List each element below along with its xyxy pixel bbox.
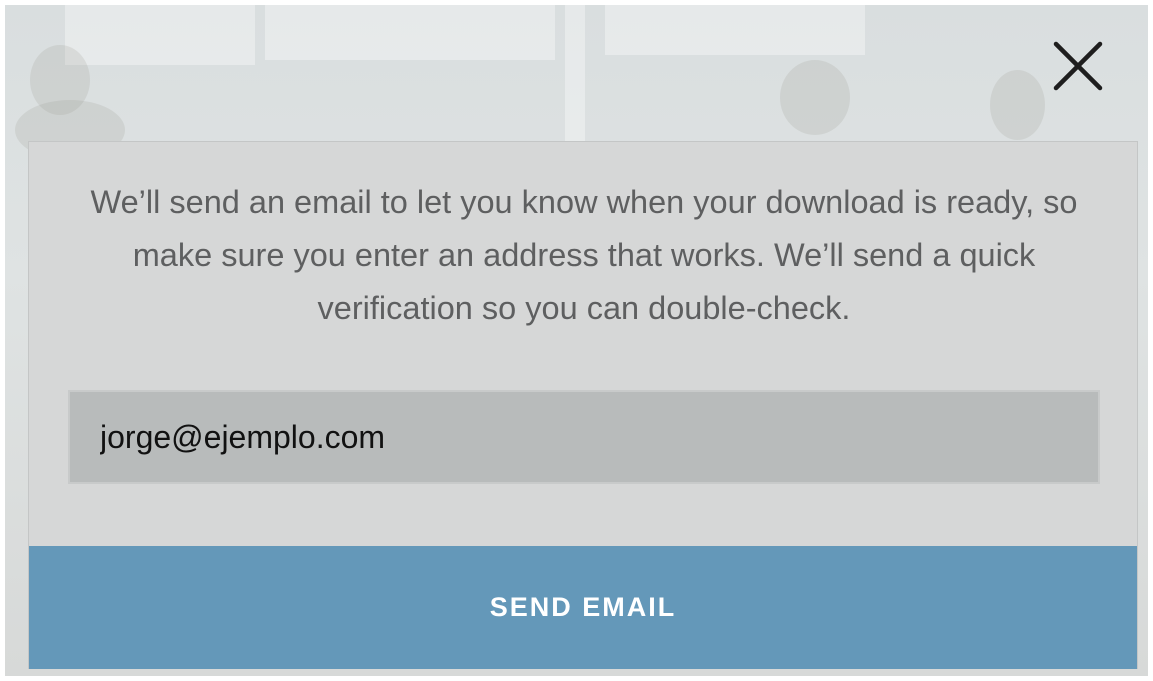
send-email-button[interactable]: SEND EMAIL xyxy=(29,546,1137,669)
close-icon xyxy=(1053,41,1103,91)
email-dialog: We’ll send an email to let you know when… xyxy=(28,141,1138,669)
dialog-message: We’ll send an email to let you know when… xyxy=(90,184,1078,326)
email-field[interactable] xyxy=(68,390,1100,484)
close-button[interactable] xyxy=(1049,37,1107,95)
